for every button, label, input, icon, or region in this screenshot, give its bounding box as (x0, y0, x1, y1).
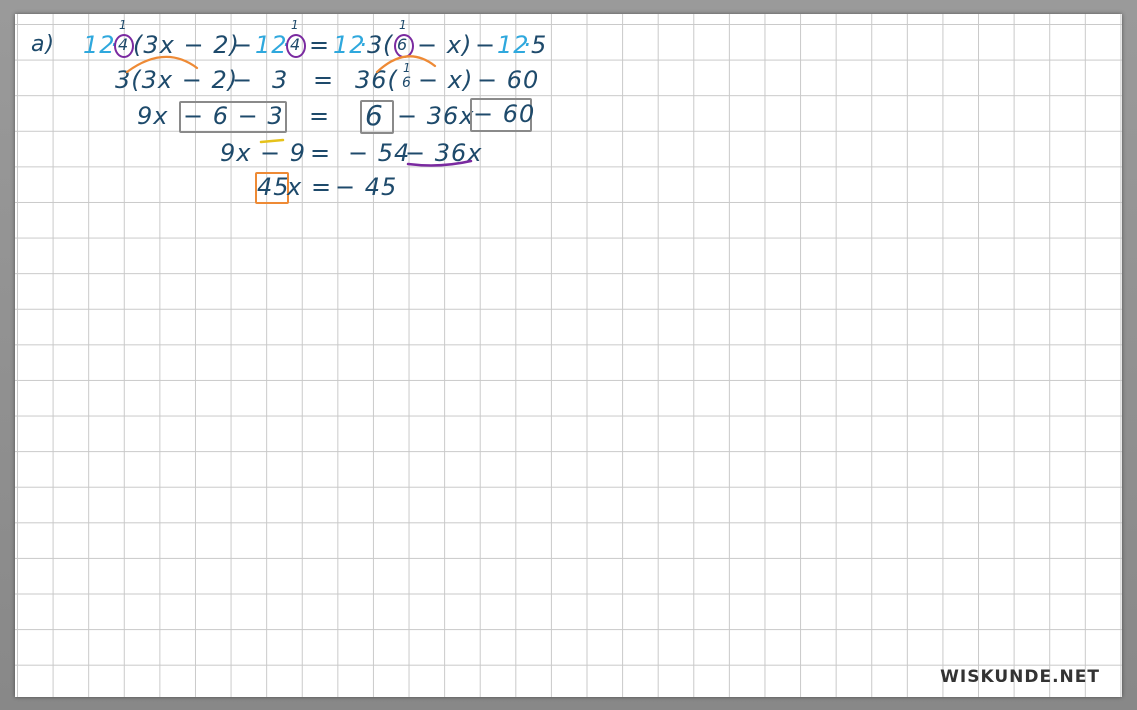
video-frame: a) 12 · 1 4 (3x − 2) − 12 · 1 4 = 12 · 3… (0, 0, 1137, 710)
distribution-arc-left (125, 55, 199, 74)
distribution-arc-right (375, 55, 437, 74)
annotation-strokes (125, 55, 473, 167)
grid-paper: a) 12 · 1 4 (3x − 2) − 12 · 1 4 = 12 · 3… (15, 14, 1122, 697)
wiskunde-watermark: WISKUNDE.NET (940, 667, 1100, 687)
minus9-yellow-mark (259, 138, 285, 144)
minus36x-purple-underline (406, 159, 473, 167)
